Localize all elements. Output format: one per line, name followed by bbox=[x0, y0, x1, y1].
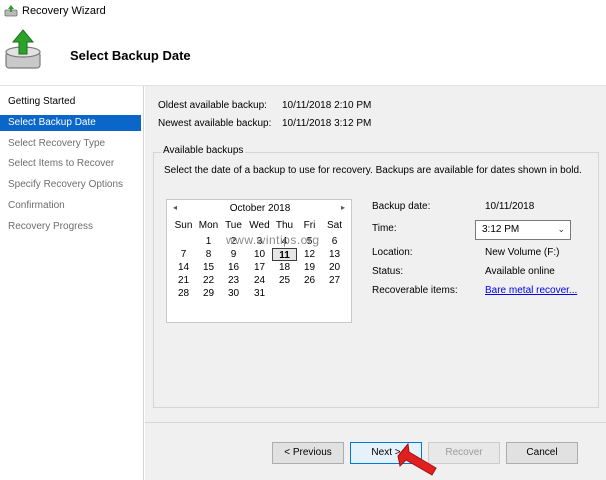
calendar-day[interactable]: 22 bbox=[196, 274, 221, 287]
calendar-dow-wed: Wed bbox=[249, 220, 270, 231]
calendar-day[interactable]: 30 bbox=[221, 287, 246, 300]
calendar-day[interactable]: 24 bbox=[247, 274, 272, 287]
calendar-dow-sat: Sat bbox=[326, 220, 342, 231]
calendar-day[interactable]: 7 bbox=[171, 248, 196, 261]
cancel-button[interactable]: Cancel bbox=[506, 442, 578, 464]
wizard-header: Select Backup Date bbox=[0, 24, 606, 86]
backup-date-label: Backup date: bbox=[372, 201, 431, 212]
calendar-dow-sun: Sun bbox=[174, 220, 193, 231]
calendar-day[interactable]: 14 bbox=[171, 261, 196, 274]
watermark-text: www.wintips.org bbox=[226, 233, 320, 247]
calendar-day[interactable]: 12 bbox=[297, 248, 322, 261]
footer-divider bbox=[145, 422, 606, 423]
calendar-dow-fri: Fri bbox=[303, 220, 316, 231]
calendar-day[interactable]: 25 bbox=[272, 274, 297, 287]
recoverable-items-label: Recoverable items: bbox=[372, 285, 458, 296]
calendar-day[interactable]: 1 bbox=[196, 235, 221, 248]
available-backups-group: Available backups Select the date of a b… bbox=[153, 145, 599, 408]
time-label: Time: bbox=[372, 223, 397, 234]
title-bar: Recovery Wizard bbox=[0, 0, 606, 24]
group-description: Select the date of a backup to use for r… bbox=[164, 165, 582, 176]
calendar-day[interactable]: 15 bbox=[196, 261, 221, 274]
location-value: New Volume (F:) bbox=[485, 247, 560, 258]
sidebar-step-recovery-progress: Recovery Progress bbox=[8, 221, 94, 232]
calendar-day[interactable]: 9 bbox=[221, 248, 246, 261]
calendar-day[interactable]: 31 bbox=[247, 287, 272, 300]
recovery-wizard-icon bbox=[4, 5, 18, 17]
calendar-dow-tue: Tue bbox=[225, 220, 242, 231]
oldest-backup-value: 10/11/2018 2:10 PM bbox=[282, 100, 372, 111]
calendar-day[interactable]: 29 bbox=[196, 287, 221, 300]
calendar-day[interactable]: 20 bbox=[322, 261, 347, 274]
calendar-dow-mon: Mon bbox=[198, 220, 219, 231]
calendar-day[interactable]: 13 bbox=[322, 248, 347, 261]
calendar-day[interactable]: 27 bbox=[322, 274, 347, 287]
calendar-next-month-icon[interactable]: ▸ bbox=[341, 203, 345, 212]
wizard-steps-sidebar: Getting Started Select Backup Date Selec… bbox=[0, 86, 144, 480]
time-dropdown[interactable]: 3:12 PM ⌄ bbox=[475, 220, 571, 240]
sidebar-step-specify-options: Specify Recovery Options bbox=[8, 179, 124, 190]
recoverable-items-link[interactable]: Bare metal recover... bbox=[485, 285, 577, 296]
calendar-day[interactable]: 16 bbox=[221, 261, 246, 274]
previous-button[interactable]: < Previous bbox=[272, 442, 344, 464]
calendar-day[interactable]: 18 bbox=[272, 261, 297, 274]
calendar-day[interactable]: 21 bbox=[171, 274, 196, 287]
backup-calendar[interactable]: ◂ October 2018 ▸ Sun Mon Tue Wed Thu Fri… bbox=[166, 199, 352, 323]
newest-backup-value: 10/11/2018 3:12 PM bbox=[282, 118, 372, 129]
sidebar-step-confirmation: Confirmation bbox=[8, 200, 65, 211]
calendar-day[interactable]: 10 bbox=[247, 248, 272, 261]
red-pointer-arrow-icon bbox=[397, 442, 437, 476]
calendar-day[interactable]: 8 bbox=[196, 248, 221, 261]
calendar-day[interactable]: 19 bbox=[297, 261, 322, 274]
calendar-day[interactable]: 6 bbox=[322, 235, 347, 248]
calendar-day[interactable]: 23 bbox=[221, 274, 246, 287]
status-value: Available online bbox=[485, 266, 555, 277]
sidebar-step-select-recovery-type: Select Recovery Type bbox=[8, 138, 106, 149]
chevron-down-icon: ⌄ bbox=[557, 224, 565, 234]
window-title: Recovery Wizard bbox=[22, 5, 106, 17]
calendar-day[interactable]: 17 bbox=[247, 261, 272, 274]
disk-recovery-icon bbox=[5, 29, 41, 69]
calendar-month-title: October 2018 bbox=[229, 203, 291, 214]
location-label: Location: bbox=[372, 247, 413, 258]
page-title: Select Backup Date bbox=[70, 48, 191, 63]
time-dropdown-value: 3:12 PM bbox=[482, 224, 520, 235]
calendar-day[interactable]: 28 bbox=[171, 287, 196, 300]
wizard-content: Oldest available backup: 10/11/2018 2:10… bbox=[145, 86, 606, 480]
calendar-day-selected[interactable]: 11 bbox=[272, 248, 297, 261]
calendar-dow-thu: Thu bbox=[275, 220, 294, 231]
newest-backup-label: Newest available backup: bbox=[158, 118, 272, 129]
backup-date-value: 10/11/2018 bbox=[485, 201, 535, 212]
oldest-backup-label: Oldest available backup: bbox=[158, 100, 267, 111]
sidebar-step-getting-started[interactable]: Getting Started bbox=[0, 94, 141, 110]
group-title: Available backups bbox=[161, 145, 246, 156]
sidebar-step-select-backup-date[interactable]: Select Backup Date bbox=[0, 115, 141, 131]
status-label: Status: bbox=[372, 266, 404, 277]
calendar-day[interactable]: 26 bbox=[297, 274, 322, 287]
sidebar-step-select-items: Select Items to Recover bbox=[8, 158, 115, 169]
